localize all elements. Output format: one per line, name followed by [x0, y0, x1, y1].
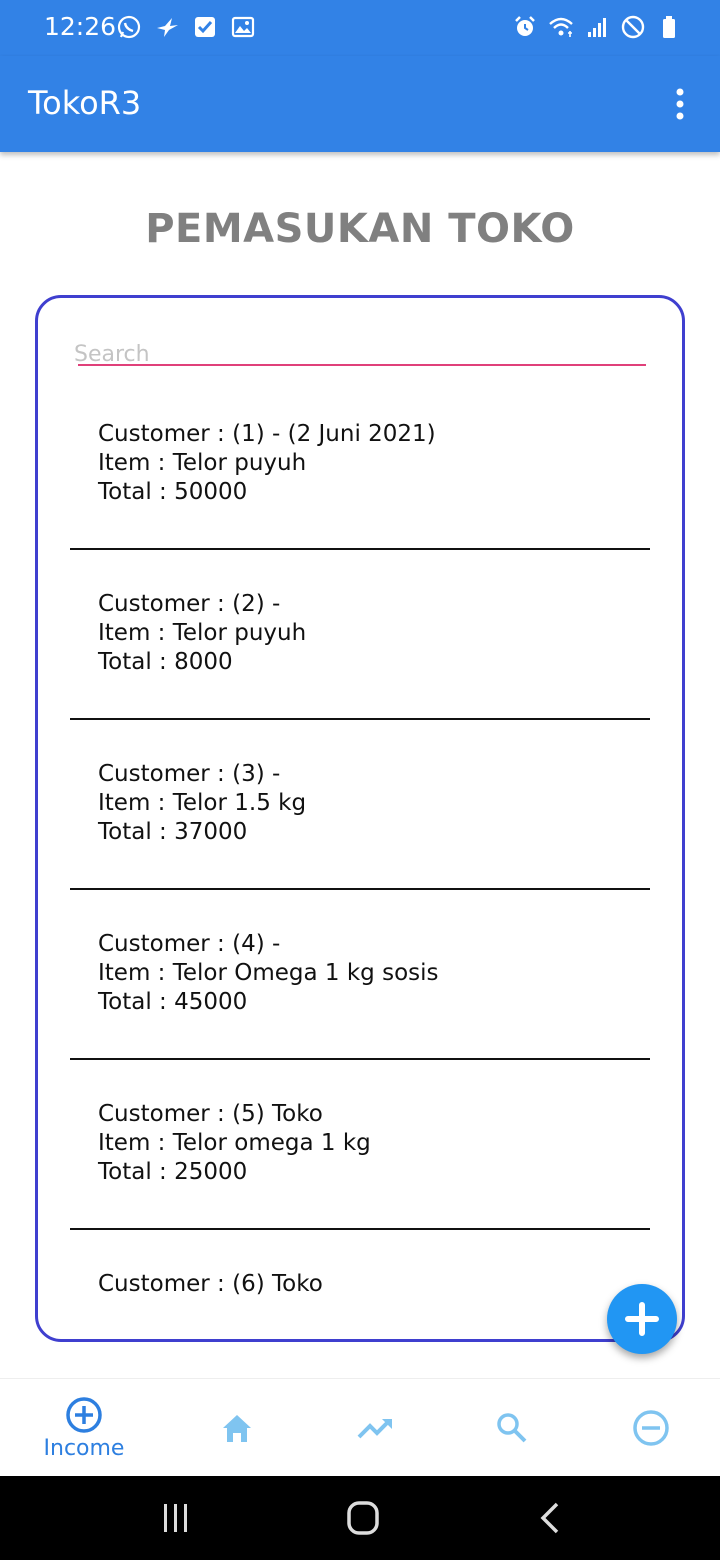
entry-customer: Customer : (4) -	[98, 931, 281, 957]
entry-item: Item : Telor Omega 1 kg sosis	[98, 960, 439, 986]
list-item[interactable]: Customer : (3) - Item : Telor 1.5 kg Tot…	[38, 720, 682, 890]
trending-up-icon	[357, 1419, 392, 1439]
list-item[interactable]: Customer : (4) - Item : Telor Omega 1 kg…	[38, 890, 682, 1060]
entry-customer: Customer : (3) -	[98, 761, 281, 787]
list-item-text: Customer : (1) - (2 Juni 2021) Item : Te…	[98, 420, 436, 507]
checkbox-icon	[195, 17, 215, 37]
list-item[interactable]: Customer : (2) - Item : Telor puyuh Tota…	[38, 550, 682, 720]
entry-customer: Customer : (5) Toko	[98, 1101, 323, 1127]
back-icon[interactable]	[530, 1500, 570, 1536]
entry-total: Total : 50000	[98, 479, 248, 505]
add-circle-icon	[66, 1396, 102, 1433]
add-icon	[625, 1302, 659, 1336]
entry-item: Item : Telor omega 1 kg	[98, 1130, 371, 1156]
dnd-icon	[621, 15, 645, 39]
entry-total: Total : 25000	[98, 1159, 248, 1185]
home-button-icon[interactable]	[343, 1500, 383, 1536]
nav-item-expense[interactable]	[579, 1379, 720, 1477]
alarm-icon	[515, 16, 535, 36]
search-underline	[78, 364, 646, 366]
entry-total: Total : 8000	[98, 649, 233, 675]
list-item[interactable]: Customer : (5) Toko Item : Telor omega 1…	[38, 1060, 682, 1230]
whatsapp-icon	[117, 15, 141, 39]
entry-customer: Customer : (6) Toko	[98, 1271, 323, 1297]
income-list[interactable]: Customer : (1) - (2 Juni 2021) Item : Te…	[38, 380, 682, 1339]
income-list-card: Customer : (1) - (2 Juni 2021) Item : Te…	[35, 295, 685, 1342]
home-icon	[223, 1415, 251, 1442]
nav-item-home[interactable]	[165, 1379, 309, 1477]
status-right-icons	[512, 14, 682, 40]
signal-icon	[588, 18, 606, 37]
entry-item: Item : Telor 1.5 kg	[98, 790, 307, 816]
bird-icon	[157, 18, 178, 37]
status-left-icons	[116, 14, 256, 40]
recent-apps-icon[interactable]	[156, 1500, 196, 1536]
add-income-button[interactable]	[607, 1284, 677, 1354]
list-item-text: Customer : (5) Toko Item : Telor omega 1…	[98, 1100, 371, 1187]
entry-item: Item : Telor puyuh	[98, 620, 307, 646]
list-item-text: Customer : (6) Toko	[98, 1270, 323, 1299]
bottom-navigation: Income	[0, 1378, 720, 1476]
nav-item-income[interactable]: Income	[12, 1379, 156, 1477]
overflow-menu-icon[interactable]	[666, 86, 694, 122]
nav-label-income: Income	[43, 1435, 125, 1461]
entry-total: Total : 37000	[98, 819, 248, 845]
nav-item-trending[interactable]	[304, 1379, 448, 1477]
list-item-text: Customer : (4) - Item : Telor Omega 1 kg…	[98, 930, 439, 1017]
entry-customer: Customer : (2) -	[98, 591, 281, 617]
nav-item-search[interactable]	[440, 1379, 584, 1477]
app-bar: TokoR3	[0, 56, 720, 152]
list-item[interactable]: Customer : (1) - (2 Juni 2021) Item : Te…	[38, 380, 682, 550]
battery-icon	[663, 16, 675, 38]
entry-item: Item : Telor puyuh	[98, 450, 307, 476]
entry-customer: Customer : (1) - (2 Juni 2021)	[98, 421, 436, 447]
image-icon	[231, 16, 255, 38]
page-title: PEMASUKAN TOKO	[145, 206, 575, 252]
system-navigation-bar	[0, 1476, 720, 1560]
list-item-text: Customer : (3) - Item : Telor 1.5 kg Tot…	[98, 760, 306, 847]
search-icon	[497, 1413, 527, 1443]
entry-total: Total : 45000	[98, 989, 248, 1015]
status-bar: 12:26	[0, 0, 720, 56]
remove-circle-icon	[633, 1410, 669, 1446]
status-time: 12:26	[44, 12, 117, 41]
list-item-text: Customer : (2) - Item : Telor puyuh Tota…	[98, 590, 306, 677]
wifi-icon	[549, 17, 573, 37]
app-title: TokoR3	[28, 84, 142, 122]
search-field[interactable]	[74, 338, 646, 374]
list-item[interactable]: Customer : (6) Toko	[38, 1230, 682, 1339]
